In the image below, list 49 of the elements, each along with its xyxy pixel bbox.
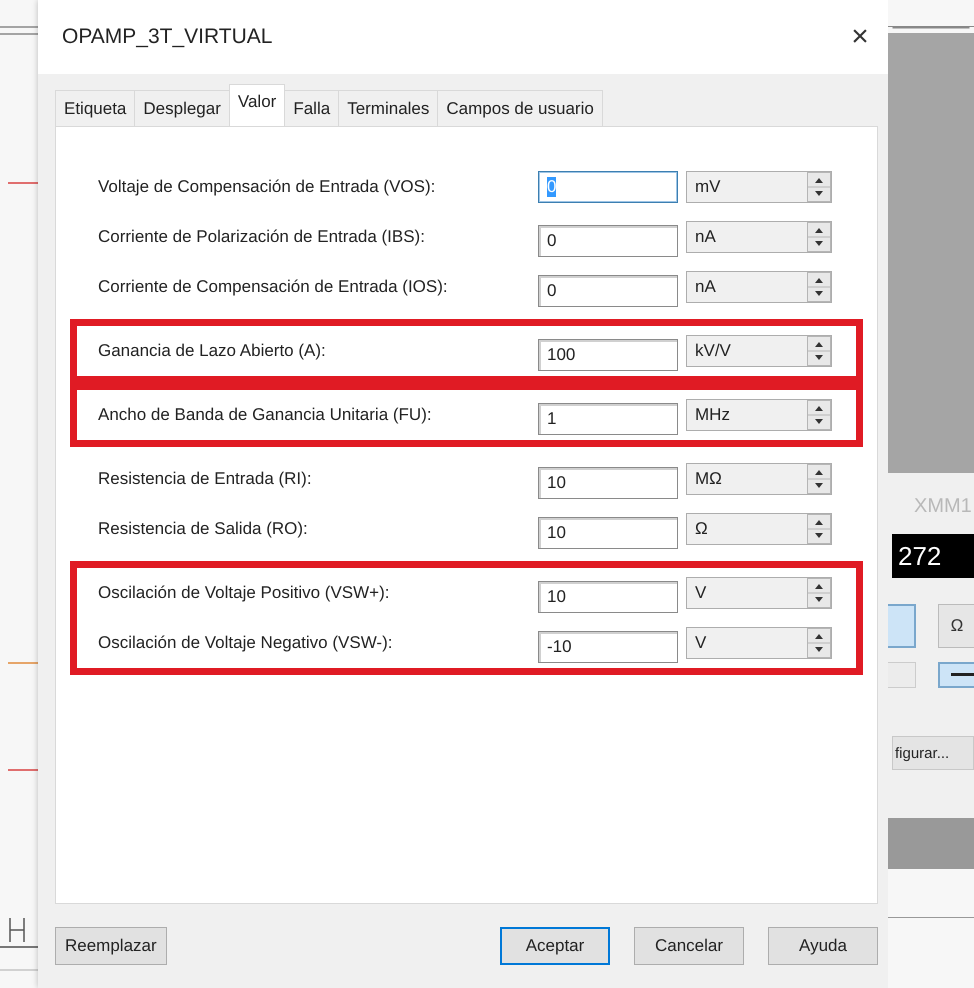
unit-spinner[interactable]: mV <box>686 171 832 203</box>
unit-spinner[interactable]: Ω <box>686 513 832 545</box>
spin-arrows-icon[interactable] <box>807 464 831 494</box>
meter-title: XMM1 <box>914 495 973 518</box>
parameter-label: Ganancia de Lazo Abierto (A): <box>98 341 327 361</box>
spin-arrows-icon[interactable] <box>807 628 831 658</box>
dialog-button[interactable]: Aceptar <box>500 927 610 965</box>
dialog-button[interactable]: Ayuda <box>768 927 878 965</box>
mode-button[interactable]: Ω <box>938 604 974 648</box>
parameter-label: Resistencia de Salida (RO): <box>98 519 309 539</box>
close-button[interactable]: × <box>840 17 880 57</box>
dc-line-icon <box>951 673 974 677</box>
unit-spinner[interactable]: V <box>686 577 832 609</box>
value-field[interactable]: 100 <box>538 339 678 371</box>
parameter-label: Voltaje de Compensación de Entrada (VOS): <box>98 177 436 197</box>
unit-spinner[interactable]: V <box>686 627 832 659</box>
value-field[interactable]: 10 <box>538 467 678 499</box>
value-field[interactable]: 10 <box>538 517 678 549</box>
settings-button[interactable]: figurar... <box>892 736 974 770</box>
spin-arrows-icon[interactable] <box>807 578 831 608</box>
value-field[interactable]: 1 <box>538 403 678 435</box>
tab[interactable]: Campos de usuario <box>437 90 603 126</box>
spin-arrows-icon[interactable] <box>807 400 831 430</box>
spin-arrows-icon[interactable] <box>807 172 831 202</box>
value-field[interactable]: 10 <box>538 581 678 613</box>
parameter-label: Ancho de Banda de Ganancia Unitaria (FU): <box>98 405 433 425</box>
unit-spinner[interactable]: MHz <box>686 399 832 431</box>
window-title: OPAMP_3T_VIRTUAL <box>62 25 272 49</box>
dialog-button[interactable]: Cancelar <box>634 927 744 965</box>
parameter-label: Corriente de Polarización de Entrada (IBS): <box>98 227 426 247</box>
tab[interactable]: Etiqueta <box>55 90 136 126</box>
parameter-label: Resistencia de Entrada (RI): <box>98 469 313 489</box>
unit-spinner[interactable]: nA <box>686 221 832 253</box>
spin-arrows-icon[interactable] <box>807 336 831 366</box>
unit-spinner[interactable]: MΩ <box>686 463 832 495</box>
tab[interactable]: Valor <box>228 84 286 126</box>
unit-spinner[interactable]: nA <box>686 271 832 303</box>
value-field[interactable]: 0 <box>538 225 678 257</box>
dialog-button[interactable]: Reemplazar <box>55 927 167 965</box>
value-field[interactable]: -10 <box>538 631 678 663</box>
value-field[interactable]: 0 <box>538 275 678 307</box>
spin-arrows-icon[interactable] <box>807 514 831 544</box>
parameter-label: Oscilación de Voltaje Negativo (VSW-): <box>98 633 394 653</box>
spin-arrows-icon[interactable] <box>807 272 831 302</box>
meter-reading: 272 <box>892 534 974 578</box>
unit-spinner[interactable]: kV/V <box>686 335 832 367</box>
parameter-label: Oscilación de Voltaje Positivo (VSW+): <box>98 583 390 603</box>
spin-arrows-icon[interactable] <box>807 222 831 252</box>
parameter-label: Corriente de Compensación de Entrada (IOS): <box>98 277 449 297</box>
